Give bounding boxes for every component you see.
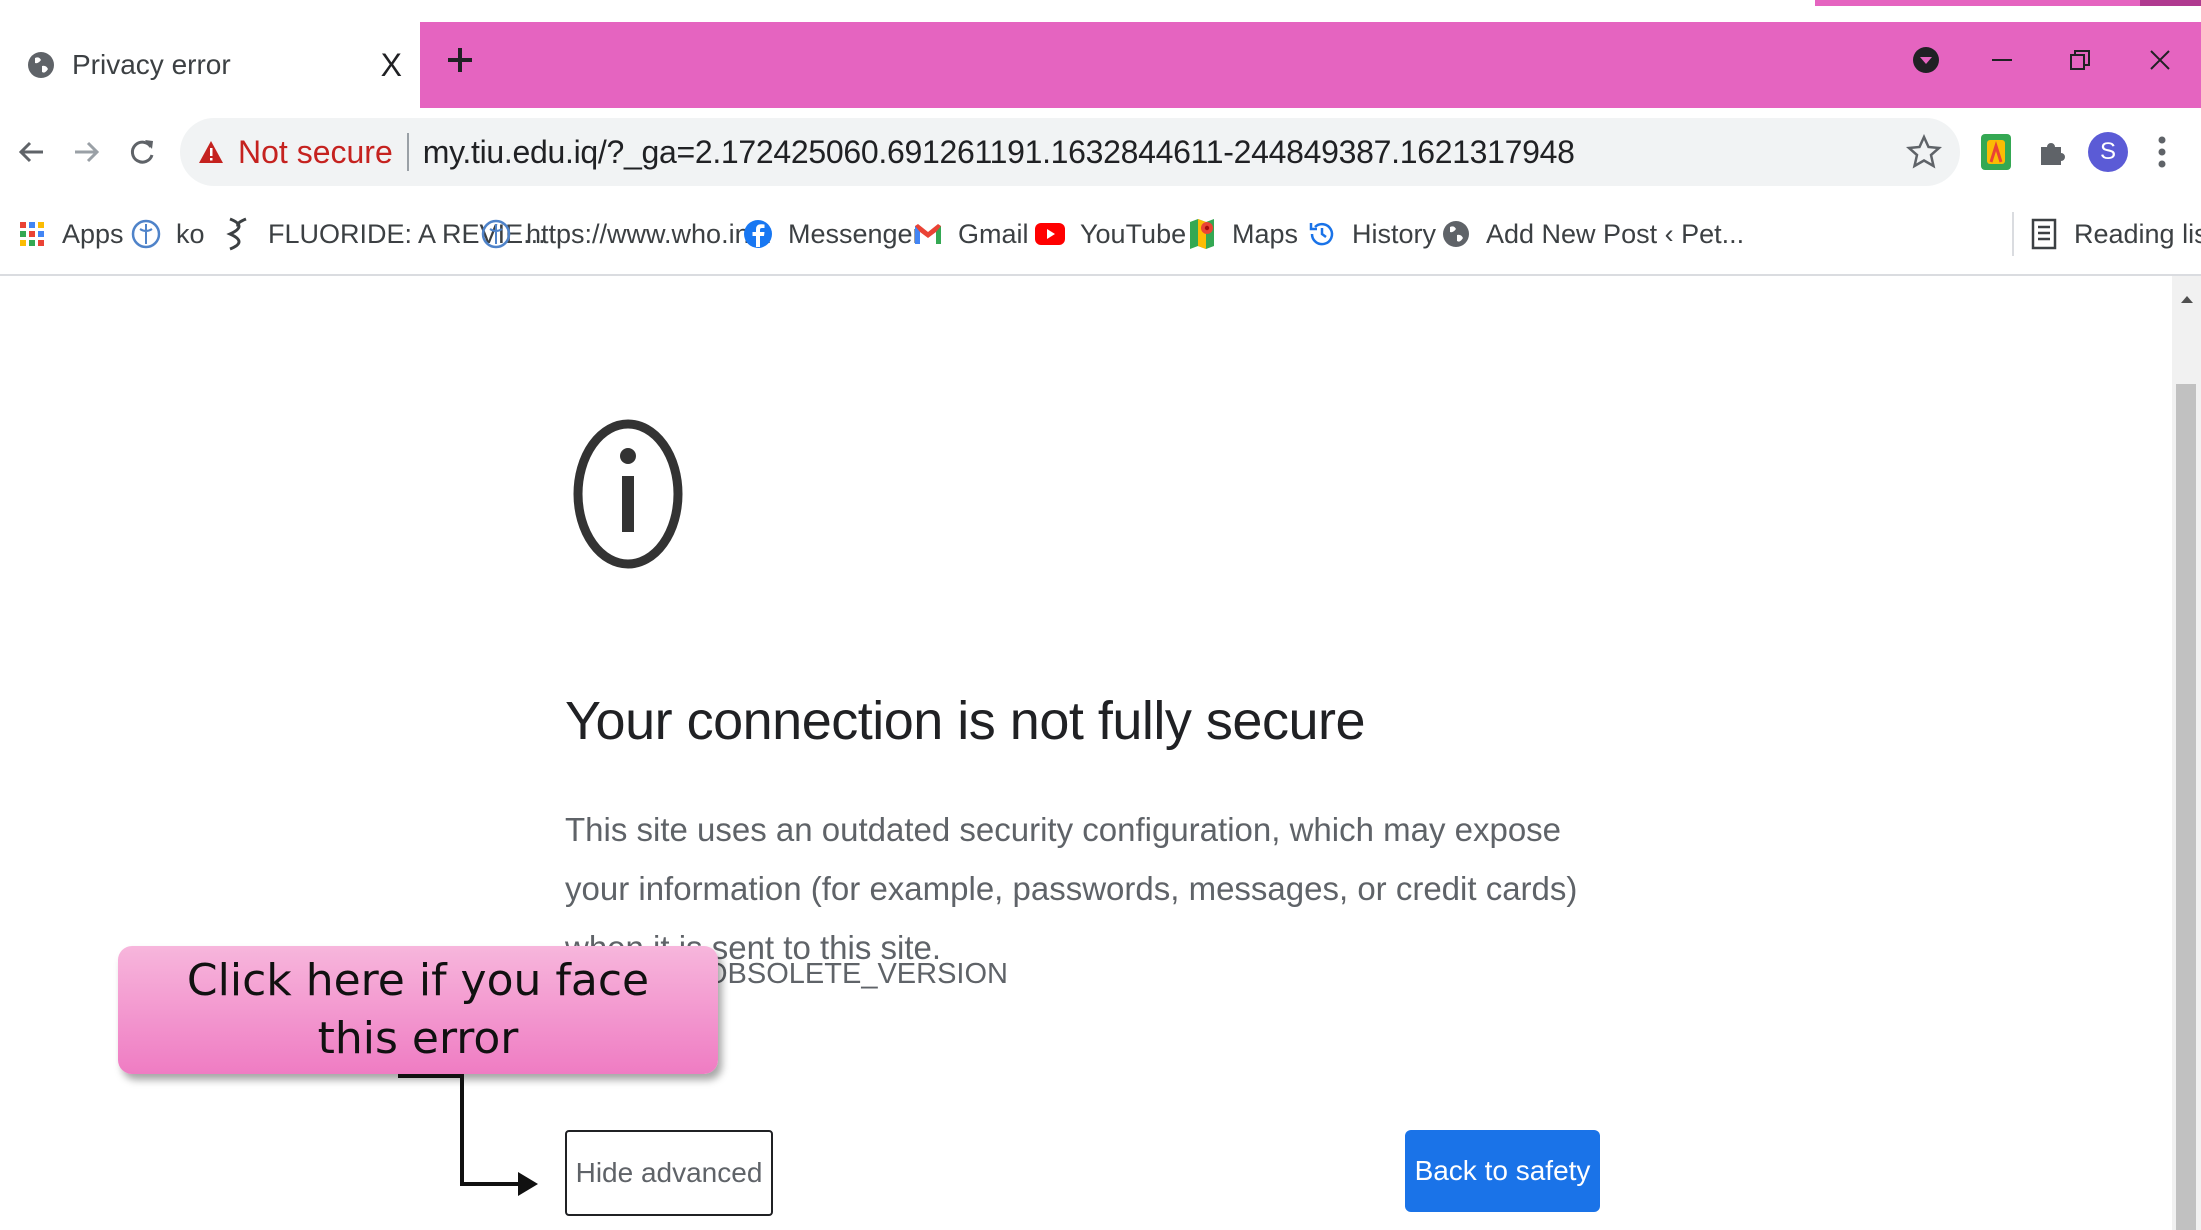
profile-button[interactable]: S [2086, 130, 2130, 174]
avatar: S [2088, 132, 2128, 172]
callout-text: Click here if you face this error [186, 955, 650, 1064]
scroll-up-button[interactable] [2172, 284, 2201, 314]
bookmark-label: https://www.who.in... [526, 218, 773, 249]
address-separator [406, 133, 409, 171]
close-tab-icon[interactable]: X [381, 49, 402, 81]
tab-privacy-error[interactable]: Privacy error X [12, 22, 420, 108]
apps-grid-icon [16, 218, 48, 250]
tab-search-button[interactable] [1906, 40, 1946, 80]
bookmark-messenger[interactable]: Messenger [742, 214, 922, 254]
who-globe-icon [480, 218, 512, 250]
reload-button[interactable] [120, 130, 164, 174]
caret-up-icon [2180, 296, 2193, 303]
gmail-icon [912, 218, 944, 250]
maps-icon [1186, 218, 1218, 250]
extensions-button[interactable] [2030, 130, 2074, 174]
callout-annotation: Click here if you face this error [118, 946, 718, 1074]
more-vertical-icon [2158, 136, 2166, 168]
globe-icon [1440, 218, 1472, 250]
restore-icon [2070, 50, 2090, 70]
menu-button[interactable] [2140, 130, 2184, 174]
bookmark-label: Maps [1232, 218, 1299, 249]
reading-list-button[interactable]: Reading list [2028, 214, 2201, 254]
bookmark-label: Messenger [788, 218, 922, 249]
bookmark-label: Add New Post ‹ Pet... [1486, 218, 1745, 249]
bookmark-youtube[interactable]: YouTube [1034, 214, 1186, 254]
callout-arrow-icon [398, 1074, 538, 1196]
back-to-safety-button[interactable]: Back to safety [1405, 1130, 1600, 1212]
forward-button[interactable] [64, 130, 108, 174]
youtube-icon [1034, 218, 1066, 250]
reading-list-icon [2028, 218, 2060, 250]
extension-button[interactable] [1974, 130, 2018, 174]
address-bar[interactable]: Not secure my.tiu.edu.iq/?_ga=2.17242506… [180, 118, 1960, 186]
bookmark-gmail[interactable]: Gmail [912, 214, 1029, 254]
bookmark-ko[interactable]: ko [130, 214, 205, 254]
scrollbar-thumb[interactable] [2176, 384, 2196, 1230]
arrow-left-icon [18, 141, 43, 163]
close-icon [2150, 50, 2170, 70]
bookmark-label: Gmail [958, 218, 1029, 249]
restore-button[interactable] [2060, 40, 2100, 80]
page-title: Your connection is not fully secure [565, 691, 1366, 751]
reload-icon [130, 140, 154, 164]
bookmark-who[interactable]: https://www.who.in... [480, 214, 772, 254]
not-secure-label: Not secure [238, 133, 393, 170]
bookmarks-separator [2012, 212, 2014, 256]
url-text[interactable]: my.tiu.edu.iq/?_ga=2.172425060.691261191… [423, 134, 1575, 171]
warning-triangle-icon [199, 141, 223, 163]
minimize-icon [1992, 59, 2012, 61]
error-code: OBSOLETE_VERSION [705, 958, 1008, 990]
browser-toolbar: Not secure my.tiu.edu.iq/?_ga=2.17242506… [0, 108, 2201, 196]
minimize-button[interactable] [1982, 40, 2022, 80]
chevron-down-circle-icon [1913, 47, 1939, 73]
plus-icon [448, 48, 472, 72]
info-icon [573, 419, 683, 569]
bookmark-label: YouTube [1080, 218, 1187, 249]
tab-title: Privacy error [72, 49, 231, 80]
close-window-button[interactable] [2140, 40, 2180, 80]
bookmark-label: ko [176, 218, 205, 249]
hide-advanced-button[interactable]: Hide advanced [565, 1130, 773, 1216]
bookmark-apps[interactable]: Apps [16, 214, 124, 254]
history-icon [1306, 218, 1338, 250]
bookmark-label: History [1352, 218, 1437, 249]
error-description: This site uses an outdated security conf… [565, 811, 1578, 966]
top-accent-bar-dark [2140, 0, 2201, 6]
tab-strip: Privacy error X [0, 0, 2201, 108]
bookmark-star-icon[interactable] [1906, 134, 1942, 170]
bookmark-label: Apps [62, 218, 124, 249]
security-indicator[interactable]: Not secure [198, 134, 393, 171]
dna-icon [222, 217, 254, 251]
bookmark-maps[interactable]: Maps [1186, 214, 1298, 254]
bookmark-history[interactable]: History [1306, 214, 1436, 254]
who-globe-icon [130, 218, 162, 250]
puzzle-piece-icon [2041, 143, 2065, 165]
new-tab-button[interactable] [440, 40, 480, 80]
bookmarks-bar: Apps ko FLUORIDE: A REVIE... https://www… [0, 196, 2201, 276]
arrow-right-icon [75, 141, 100, 163]
reading-list-label: Reading list [2074, 218, 2201, 249]
bookmark-add-new-post[interactable]: Add New Post ‹ Pet... [1440, 214, 1744, 254]
facebook-icon [742, 218, 774, 250]
globe-icon [28, 52, 54, 78]
extension-app-icon [1981, 134, 2011, 170]
back-button[interactable] [10, 130, 54, 174]
